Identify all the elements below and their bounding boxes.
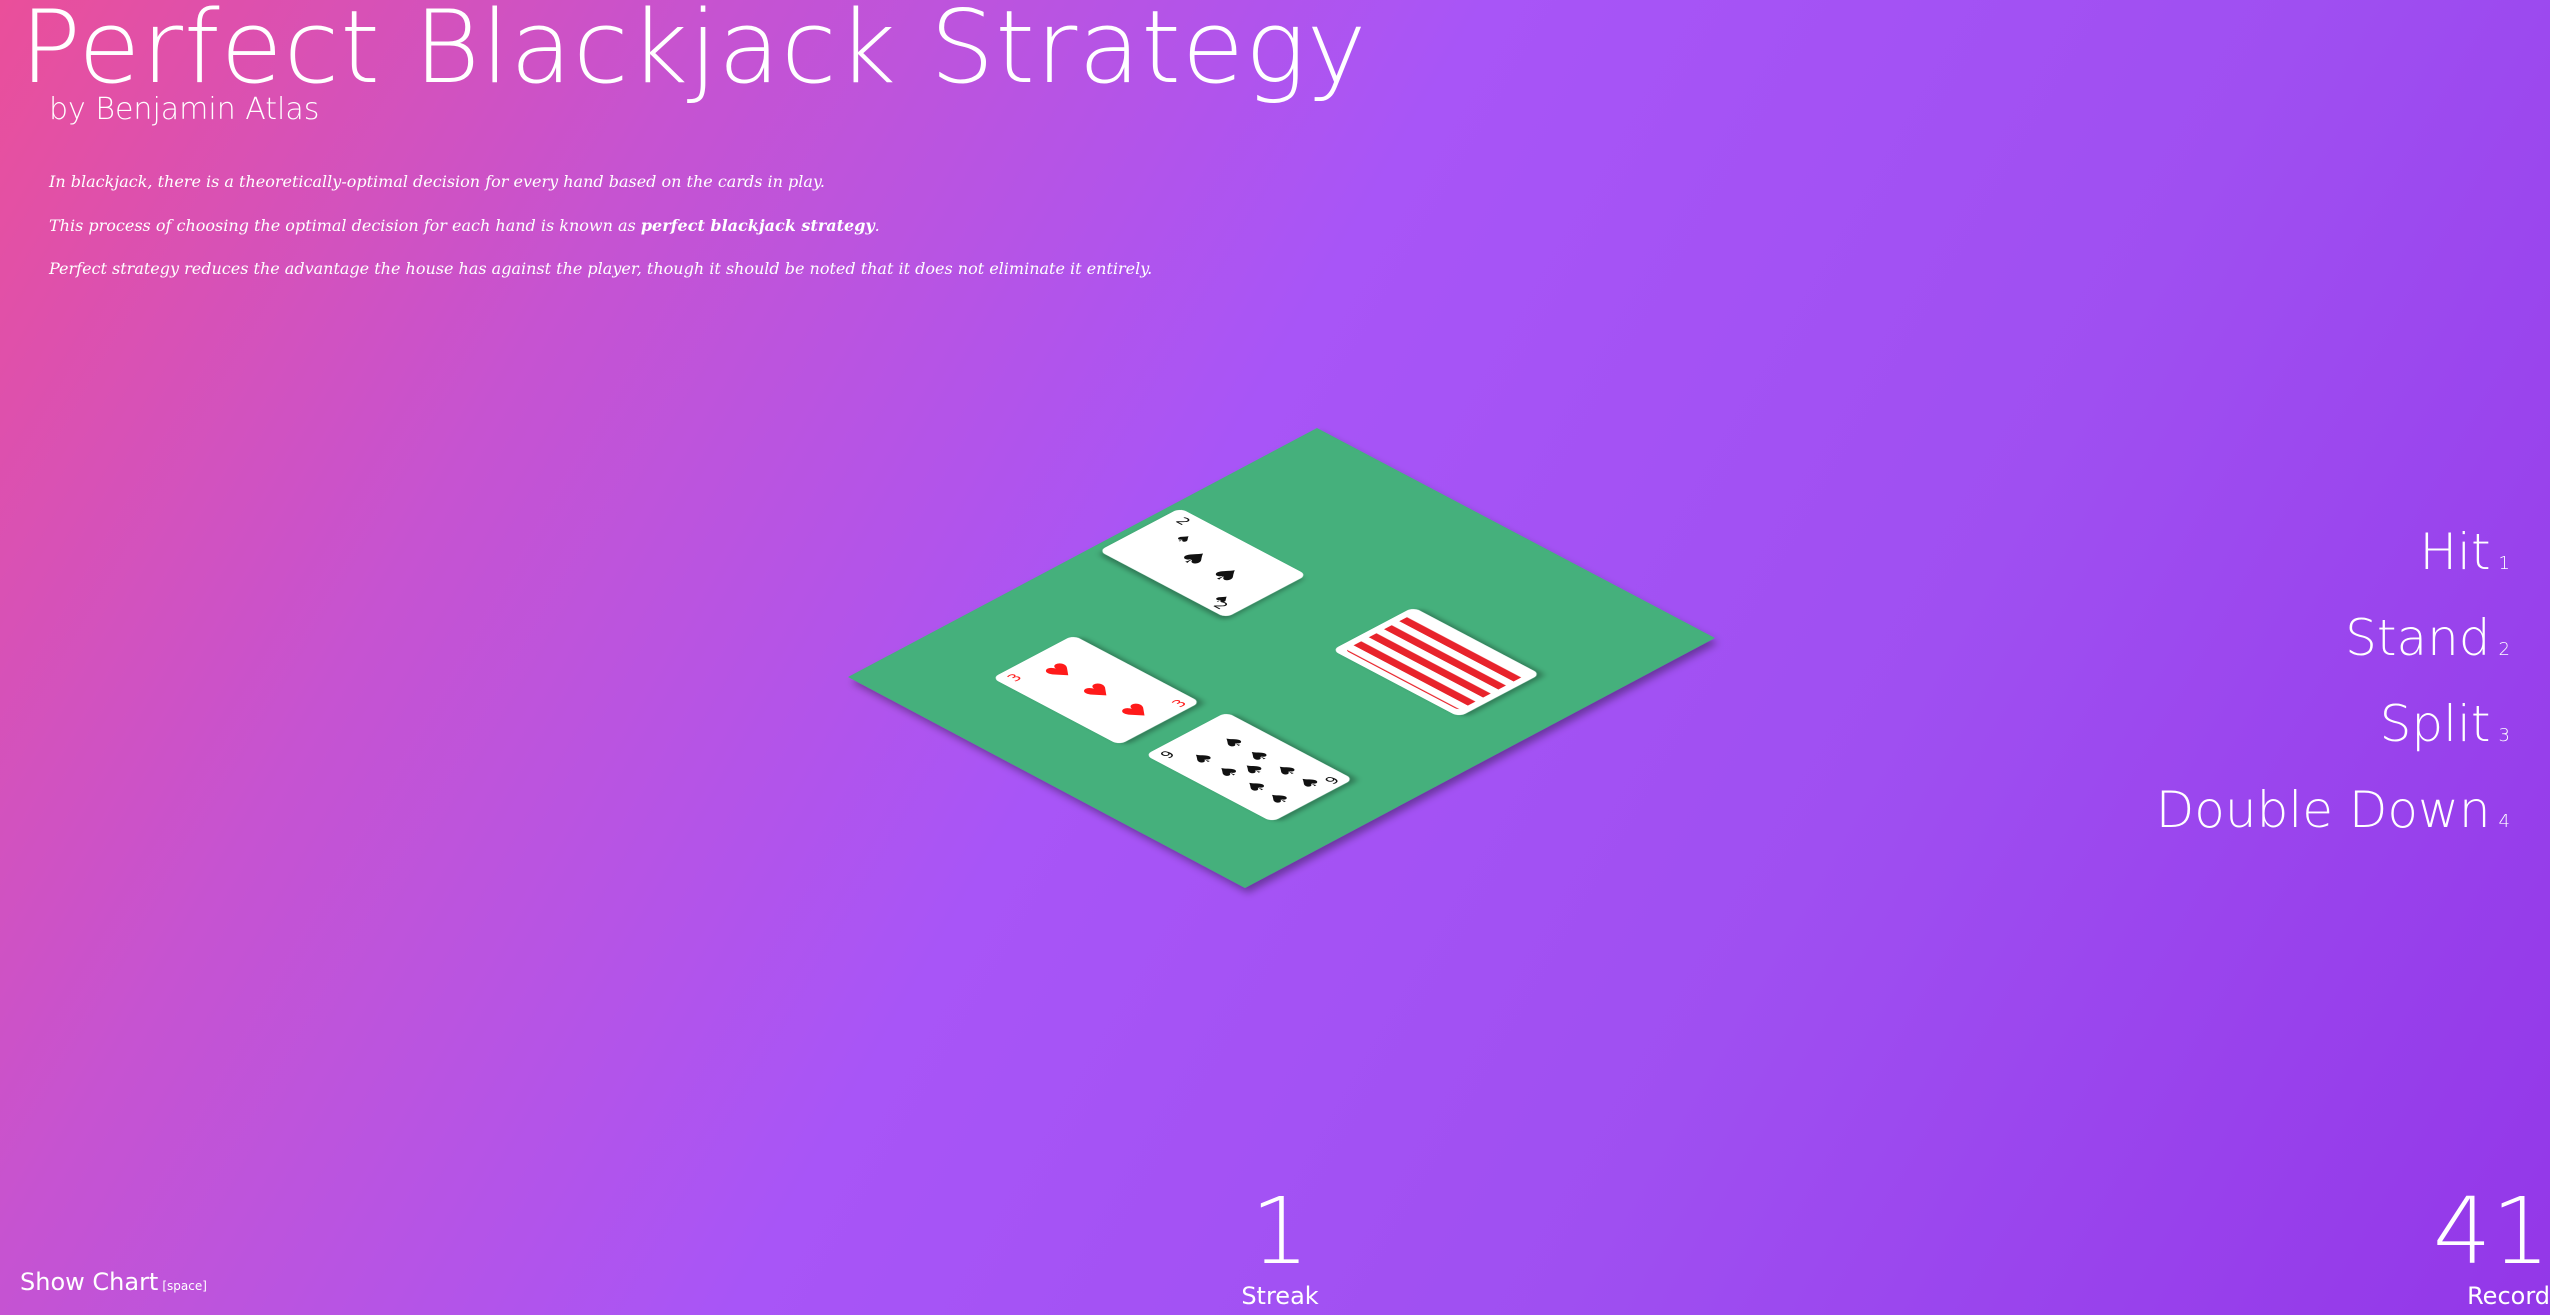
double-down-button[interactable]: Double Down 4 xyxy=(2156,773,2510,859)
double-down-label: Double Down xyxy=(2155,781,2491,839)
hit-shortcut: 1 xyxy=(2498,553,2510,574)
show-chart-shortcut: [space] xyxy=(162,1279,207,1293)
stand-button[interactable]: Stand 2 xyxy=(2156,601,2510,687)
stand-shortcut: 2 xyxy=(2498,639,2510,660)
streak-value: 1 xyxy=(1250,1178,1310,1285)
record-label: Record xyxy=(2467,1282,2550,1310)
streak-label: Streak xyxy=(1241,1282,1319,1310)
split-shortcut: 3 xyxy=(2498,725,2510,746)
streak-counter: 1 Streak xyxy=(1230,1178,1330,1311)
hit-label: Hit xyxy=(2419,523,2491,581)
record-value: 41 xyxy=(2432,1178,2550,1285)
split-button[interactable]: Split 3 xyxy=(2156,687,2510,773)
record-counter: 41 Record xyxy=(2390,1178,2550,1311)
action-menu: Hit 1 Stand 2 Split 3 Double Down 4 xyxy=(2156,515,2510,859)
hit-button[interactable]: Hit 1 xyxy=(2156,515,2510,601)
split-label: Split xyxy=(2379,695,2491,753)
stand-label: Stand xyxy=(2345,609,2491,667)
table-felt xyxy=(848,428,1715,888)
double-down-shortcut: 4 xyxy=(2498,811,2510,832)
show-chart-label: Show Chart xyxy=(20,1268,159,1296)
show-chart-button[interactable]: Show Chart [space] xyxy=(20,1268,207,1296)
